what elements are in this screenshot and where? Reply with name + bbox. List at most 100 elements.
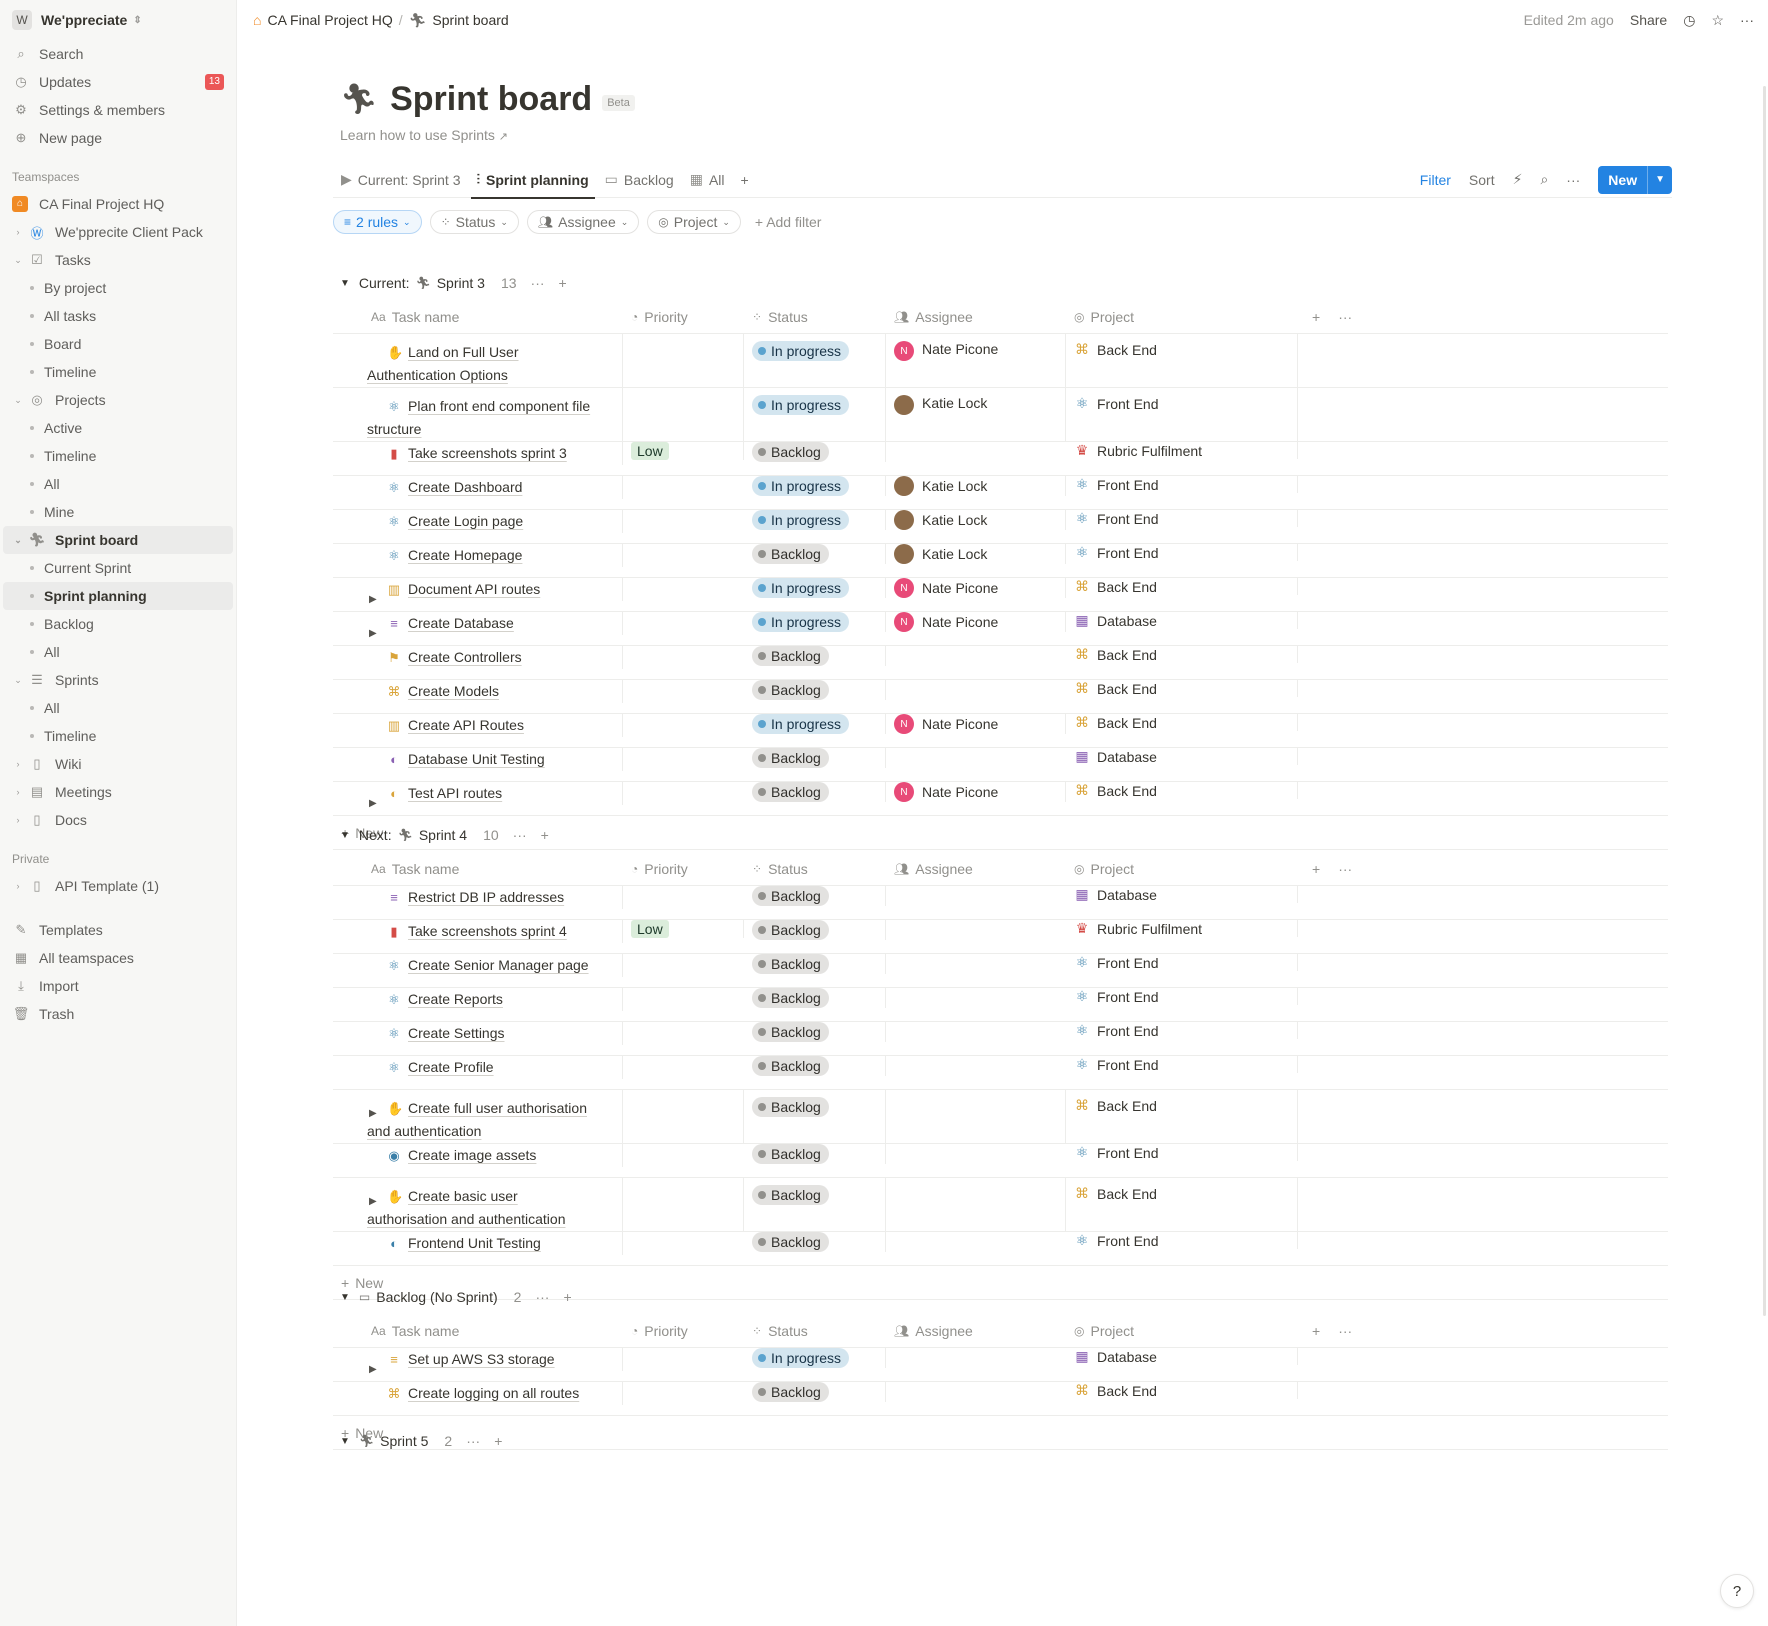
assignee-cell[interactable]: N Nate Picone <box>886 334 1066 387</box>
sidebar-item-sprint-board[interactable]: ⌄ 🏃︎ Sprint board <box>3 526 233 554</box>
chevron-down-icon[interactable]: ⌄ <box>12 535 24 546</box>
project-cell[interactable]: ▦ Database <box>1066 1348 1298 1365</box>
project-link[interactable]: ⌘ Back End <box>1074 680 1157 697</box>
table-row[interactable]: ▮ Take screenshots sprint 4 Low Backlog ♛ Rub… <box>333 920 1668 954</box>
project-cell[interactable]: ♛ Rubric Fulfilment <box>1066 442 1298 459</box>
project-cell[interactable]: ⌘ Back End <box>1066 1090 1298 1143</box>
task-name-cell[interactable]: ⚛ Plan front end component file structure <box>333 388 623 441</box>
tab-backlog[interactable]: ▭ Backlog <box>597 162 682 198</box>
project-link[interactable]: ▦ Database <box>1074 1348 1157 1365</box>
project-cell[interactable]: ♛ Rubric Fulfilment <box>1066 920 1298 937</box>
assignee-filter[interactable]: 👥︎ Assignee ⌄ <box>526 210 640 234</box>
add-column-icon[interactable]: + <box>1312 1323 1320 1339</box>
sidebar-subitem-mine[interactable]: Mine <box>0 498 236 526</box>
assignee-cell[interactable]: N Nate Picone <box>886 578 1066 598</box>
task-title[interactable]: Create Settings <box>408 1025 505 1041</box>
task-title[interactable]: Create Controllers <box>408 649 522 665</box>
triangle-right-icon[interactable]: ▶ <box>369 1103 377 1125</box>
project-link[interactable]: ⚛ Front End <box>1074 1022 1159 1039</box>
assignee-cell[interactable]: N Nate Picone <box>886 612 1066 632</box>
sidebar-item-search[interactable]: ⌕ Search <box>0 40 236 68</box>
table-row[interactable]: ⚛ Create Reports Backlog ⚛ Front End <box>333 988 1668 1022</box>
status-filter[interactable]: ⁘ Status ⌄ <box>429 210 519 234</box>
sidebar-subitem-all-tasks[interactable]: All tasks <box>0 302 236 330</box>
task-title[interactable]: Create Senior Manager page <box>408 957 589 973</box>
project-cell[interactable]: ⚛ Front End <box>1066 1056 1298 1073</box>
task-name-cell[interactable]: ▶ ✋ Create basic user authorisation and aut… <box>333 1178 623 1231</box>
table-row[interactable]: ▶ ✋ Create full user authorisation and auth… <box>333 1090 1668 1144</box>
project-link[interactable]: ♛ Rubric Fulfilment <box>1074 920 1202 937</box>
assignee-cell[interactable]: Katie Lock <box>886 510 1066 530</box>
table-row[interactable]: ⌘ Create logging on all routes Backlog ⌘ Bac… <box>333 1382 1668 1416</box>
sidebar-subitem-timeline[interactable]: Timeline <box>0 358 236 386</box>
sidebar-item-settings-members[interactable]: ⚙ Settings & members <box>0 96 236 124</box>
project-cell[interactable]: ⌘ Back End <box>1066 578 1298 595</box>
table-row[interactable]: ⚛ Create Homepage Backlog Katie Lock ⚛ Front … <box>333 544 1668 578</box>
sidebar-item-client-pack[interactable]: › Ⓦ We'pprecite Client Pack <box>0 218 236 246</box>
triangle-right-icon[interactable]: ▶ <box>369 1359 377 1381</box>
assignee-cell[interactable] <box>886 1090 1066 1143</box>
task-name-cell[interactable]: ◐ Database Unit Testing <box>333 748 623 771</box>
scrollbar[interactable] <box>1763 86 1766 1316</box>
more-icon[interactable]: ··· <box>1338 309 1352 325</box>
help-button[interactable]: ? <box>1720 1574 1754 1608</box>
task-title[interactable]: Create logging on all routes <box>408 1385 579 1401</box>
sidebar-subitem-all[interactable]: All <box>0 470 236 498</box>
table-row[interactable]: ▶ ≡ Set up AWS S3 storage In progress ▦ Datab… <box>333 1348 1668 1382</box>
table-row[interactable]: ▥ Create API Routes In progress N Nate Picon… <box>333 714 1668 748</box>
column-header-assignee[interactable]: 👥︎ Assignee <box>886 1314 1066 1347</box>
chevron-right-icon[interactable]: › <box>12 815 24 825</box>
table-row[interactable]: ⚛ Create Settings Backlog ⚛ Front End <box>333 1022 1668 1056</box>
task-title[interactable]: Create Dashboard <box>408 479 522 495</box>
project-link[interactable]: ⚛ Front End <box>1074 1232 1159 1249</box>
sort-button[interactable]: Sort <box>1469 172 1495 188</box>
project-filter[interactable]: ◎ Project ⌄ <box>647 210 741 234</box>
project-cell[interactable]: ⌘ Back End <box>1066 782 1298 799</box>
project-cell[interactable]: ⚛ Front End <box>1066 988 1298 1005</box>
plus-icon[interactable]: + <box>541 827 549 843</box>
sidebar-item-tasks[interactable]: ⌄ ☑ Tasks <box>0 246 236 274</box>
breadcrumb-page[interactable]: Sprint board <box>432 12 508 28</box>
table-row[interactable]: ≡ Restrict DB IP addresses Backlog ▦ Databas… <box>333 886 1668 920</box>
sidebar-item-teamspace[interactable]: ⌂ CA Final Project HQ <box>0 190 236 218</box>
task-name-cell[interactable]: ▶ ▥ Document API routes <box>333 578 623 605</box>
status-cell[interactable]: In progress <box>744 388 886 441</box>
triangle-down-icon[interactable]: ▼ <box>340 830 350 841</box>
column-header-assignee[interactable]: 👥︎ Assignee <box>886 300 1066 333</box>
project-cell[interactable]: ⌘ Back End <box>1066 680 1298 697</box>
task-title[interactable]: Test API routes <box>408 785 502 801</box>
project-cell[interactable]: ⚛ Front End <box>1066 476 1298 493</box>
plus-icon[interactable]: + <box>563 1289 571 1305</box>
status-cell[interactable]: Backlog <box>744 1382 886 1402</box>
more-icon[interactable]: ··· <box>531 275 545 291</box>
task-name-cell[interactable]: ▶ ≡ Set up AWS S3 storage <box>333 1348 623 1375</box>
task-title-cont[interactable]: Authentication Options <box>367 367 508 383</box>
table-row[interactable]: ⚛ Create Login page In progress Katie Lock ⚛… <box>333 510 1668 544</box>
sidebar-item-templates[interactable]: ✎ Templates <box>0 916 236 944</box>
sidebar-subitem-by-project[interactable]: By project <box>0 274 236 302</box>
project-link[interactable]: ⚛ Front End <box>1074 1056 1159 1073</box>
triangle-down-icon[interactable]: ▼ <box>340 1292 350 1303</box>
task-name-cell[interactable]: ⌘ Create Models <box>333 680 623 703</box>
task-title-cont[interactable]: structure <box>367 421 421 437</box>
task-title[interactable]: Create Reports <box>408 991 503 1007</box>
triangle-down-icon[interactable]: ▼ <box>340 278 350 289</box>
project-link[interactable]: ⚛ Front End <box>1074 954 1159 971</box>
column-header-priority[interactable]: ◔ Priority <box>623 300 744 333</box>
column-header-project[interactable]: ◎ Project <box>1066 852 1298 885</box>
task-title[interactable]: Land on Full User <box>408 344 519 360</box>
column-header-priority[interactable]: ◔ Priority <box>623 852 744 885</box>
new-button[interactable]: New ▼ <box>1598 165 1672 194</box>
project-link[interactable]: ⌘ Back End <box>1074 714 1157 731</box>
priority-cell[interactable]: Low <box>623 442 744 460</box>
task-name-cell[interactable]: ✋ Land on Full User Authentication Options <box>333 334 623 387</box>
project-cell[interactable]: ⌘ Back End <box>1066 646 1298 663</box>
assignee-cell[interactable]: Katie Lock <box>886 476 1066 496</box>
more-icon[interactable]: ··· <box>1338 1323 1352 1339</box>
column-header-project[interactable]: ◎ Project <box>1066 300 1298 333</box>
task-title[interactable]: Create Homepage <box>408 547 522 563</box>
column-header-name[interactable]: Aa Task name <box>333 852 623 885</box>
chevron-down-icon[interactable]: ⌄ <box>12 675 24 686</box>
add-column-icon[interactable]: + <box>1312 861 1320 877</box>
project-link[interactable]: ⚛ Front End <box>1074 510 1159 527</box>
